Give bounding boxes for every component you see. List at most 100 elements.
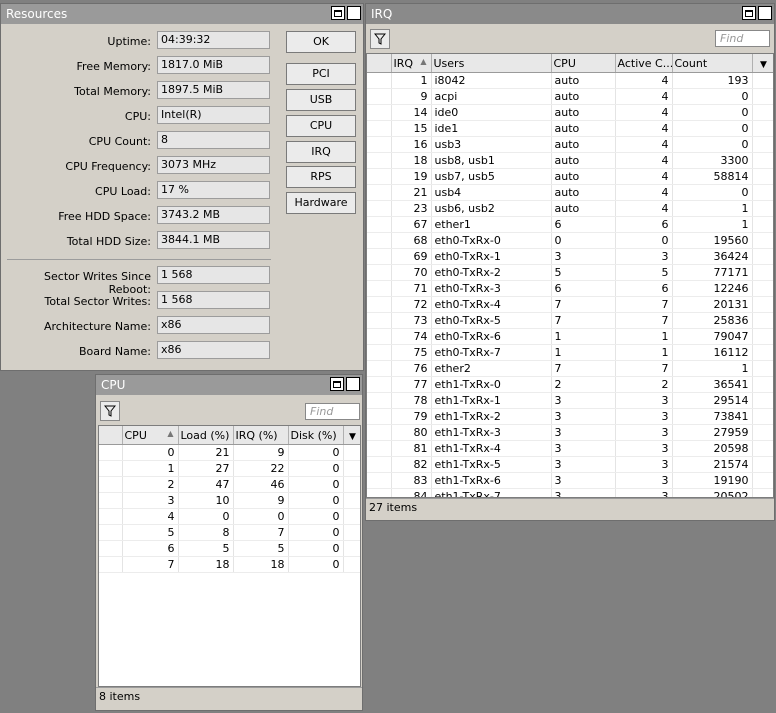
ok-button[interactable]: OK bbox=[286, 31, 356, 53]
close-button[interactable]: ✕ bbox=[758, 6, 772, 20]
column-header-cpu[interactable]: CPU bbox=[551, 54, 616, 73]
table-row[interactable]: 83 eth1-TxRx-6 3 3 19190 bbox=[367, 472, 773, 489]
table-row[interactable]: 74 eth0-TxRx-6 1 1 79047 bbox=[367, 328, 773, 345]
table-row[interactable]: 5870 bbox=[99, 524, 360, 541]
table-row[interactable]: 9 acpi auto 4 0 bbox=[367, 88, 773, 105]
table-row[interactable]: 1 i8042 auto 4 193 bbox=[367, 72, 773, 89]
table-cell: 16112 bbox=[672, 344, 753, 361]
maximize-button[interactable] bbox=[742, 6, 756, 20]
table-cell: 7 bbox=[233, 524, 289, 541]
table-row[interactable]: 82 eth1-TxRx-5 3 3 21574 bbox=[367, 456, 773, 473]
row-filler bbox=[752, 296, 773, 313]
maximize-button[interactable] bbox=[330, 377, 344, 391]
row-filler bbox=[343, 492, 360, 509]
table-row[interactable]: 78 eth1-TxRx-1 3 3 29514 bbox=[367, 392, 773, 409]
table-cell: 3300 bbox=[672, 152, 753, 169]
column-header-active-c[interactable]: Active C... bbox=[615, 54, 673, 73]
table-row[interactable]: 23 usb6, usb2 auto 4 1 bbox=[367, 200, 773, 217]
row-filler bbox=[343, 540, 360, 557]
table-cell: 19560 bbox=[672, 232, 753, 249]
table-cell: 1 bbox=[551, 328, 616, 345]
row-filler bbox=[752, 344, 773, 361]
table-row[interactable]: 77 eth1-TxRx-0 2 2 36541 bbox=[367, 376, 773, 393]
table-cell: 0 bbox=[615, 232, 673, 249]
find-input[interactable]: Find bbox=[715, 30, 770, 47]
table-row[interactable]: 67 ether1 6 6 1 bbox=[367, 216, 773, 233]
column-header-irq[interactable]: IRQ ▲ bbox=[391, 54, 432, 73]
field-label-architecture-name: Architecture Name: bbox=[44, 320, 151, 333]
cpu-titlebar[interactable]: CPU ✕ bbox=[96, 375, 362, 395]
row-filler bbox=[343, 556, 360, 573]
table-row[interactable]: 19 usb7, usb5 auto 4 58814 bbox=[367, 168, 773, 185]
field-label-sector-writes-since-reboot: Sector Writes Since Reboot: bbox=[44, 270, 151, 296]
filter-button[interactable] bbox=[100, 401, 120, 421]
table-row[interactable]: 1 27 22 0 bbox=[99, 460, 360, 477]
table-cell: 6 bbox=[122, 540, 179, 557]
table-cell: eth0-TxRx-3 bbox=[431, 280, 552, 297]
find-input[interactable]: Find bbox=[305, 403, 360, 420]
column-header-users[interactable]: Users bbox=[431, 54, 552, 73]
table-row[interactable]: 0 21 9 0 bbox=[99, 444, 360, 461]
row-marker bbox=[367, 312, 392, 329]
row-filler bbox=[752, 456, 773, 473]
table-row[interactable]: 73 eth0-TxRx-5 7 7 25836 bbox=[367, 312, 773, 329]
table-row[interactable]: 4000 bbox=[99, 508, 360, 525]
column-header-label: CPU bbox=[124, 428, 147, 442]
maximize-icon bbox=[333, 380, 341, 388]
close-button[interactable]: ✕ bbox=[346, 377, 360, 391]
table-row[interactable]: 69 eth0-TxRx-1 3 3 36424 bbox=[367, 248, 773, 265]
table-cell: 5 bbox=[122, 524, 179, 541]
table-row[interactable]: 84 eth1-TxRx-7 3 3 20502 bbox=[367, 488, 773, 497]
pci-button[interactable]: PCI bbox=[286, 63, 356, 85]
maximize-button[interactable] bbox=[331, 6, 345, 20]
resources-titlebar[interactable]: Resources ✕ bbox=[1, 4, 363, 24]
table-cell: eth0-TxRx-0 bbox=[431, 232, 552, 249]
table-row[interactable]: 76 ether2 7 7 1 bbox=[367, 360, 773, 377]
rps-button[interactable]: RPS bbox=[286, 166, 356, 188]
column-header-irq[interactable]: IRQ (%) bbox=[233, 426, 289, 445]
close-button[interactable]: ✕ bbox=[347, 6, 361, 20]
table-row[interactable]: 6550 bbox=[99, 540, 360, 557]
column-header-load[interactable]: Load (%) bbox=[178, 426, 234, 445]
table-row[interactable]: 16 usb3 auto 4 0 bbox=[367, 136, 773, 153]
table-cell: 58814 bbox=[672, 168, 753, 185]
table-row[interactable]: 80 eth1-TxRx-3 3 3 27959 bbox=[367, 424, 773, 441]
irq-button[interactable]: IRQ bbox=[286, 141, 356, 163]
column-chooser-button[interactable]: ▼ bbox=[752, 54, 773, 73]
irq-window: IRQ ✕ Find IRQ ▲ Users CPU Active C... Count ▼… bbox=[365, 3, 775, 521]
column-chooser-button[interactable]: ▼ bbox=[343, 426, 360, 445]
hardware-button[interactable]: Hardware bbox=[286, 192, 356, 214]
irq-titlebar[interactable]: IRQ ✕ bbox=[366, 4, 774, 24]
table-cell: 0 bbox=[551, 232, 616, 249]
table-row[interactable]: 18 usb8, usb1 auto 4 3300 bbox=[367, 152, 773, 169]
table-row[interactable]: 15 ide1 auto 4 0 bbox=[367, 120, 773, 137]
row-filler bbox=[752, 280, 773, 297]
table-row[interactable]: 81 eth1-TxRx-4 3 3 20598 bbox=[367, 440, 773, 457]
cpu-button[interactable]: CPU bbox=[286, 115, 356, 137]
filter-button[interactable] bbox=[370, 29, 390, 49]
column-header-count[interactable]: Count bbox=[672, 54, 753, 73]
table-cell: eth1-TxRx-4 bbox=[431, 440, 552, 457]
table-cell: 3 bbox=[551, 424, 616, 441]
table-row[interactable]: 71 eth0-TxRx-3 6 6 12246 bbox=[367, 280, 773, 297]
table-row[interactable]: 14 ide0 auto 4 0 bbox=[367, 104, 773, 121]
table-row[interactable]: 68 eth0-TxRx-0 0 0 19560 bbox=[367, 232, 773, 249]
table-cell: 0 bbox=[288, 540, 344, 557]
table-row[interactable]: 79 eth1-TxRx-2 3 3 73841 bbox=[367, 408, 773, 425]
column-header-disk[interactable]: Disk (%) bbox=[288, 426, 344, 445]
sort-asc-icon: ▲ bbox=[167, 428, 174, 438]
table-row[interactable]: 21 usb4 auto 4 0 bbox=[367, 184, 773, 201]
table-row[interactable]: 72 eth0-TxRx-4 7 7 20131 bbox=[367, 296, 773, 313]
table-row[interactable]: 70 eth0-TxRx-2 5 5 77171 bbox=[367, 264, 773, 281]
usb-button[interactable]: USB bbox=[286, 89, 356, 111]
column-header-cpu[interactable]: CPU ▲ bbox=[122, 426, 179, 445]
resources-title: Resources bbox=[6, 7, 68, 21]
row-filler bbox=[752, 328, 773, 345]
table-row[interactable]: 7 18 18 0 bbox=[99, 556, 360, 573]
row-filler bbox=[752, 200, 773, 217]
table-row[interactable]: 75 eth0-TxRx-7 1 1 16112 bbox=[367, 344, 773, 361]
table-row[interactable]: 2 47 46 0 bbox=[99, 476, 360, 493]
row-filler bbox=[752, 232, 773, 249]
table-cell: 4 bbox=[615, 136, 673, 153]
table-row[interactable]: 3 10 9 0 bbox=[99, 492, 360, 509]
